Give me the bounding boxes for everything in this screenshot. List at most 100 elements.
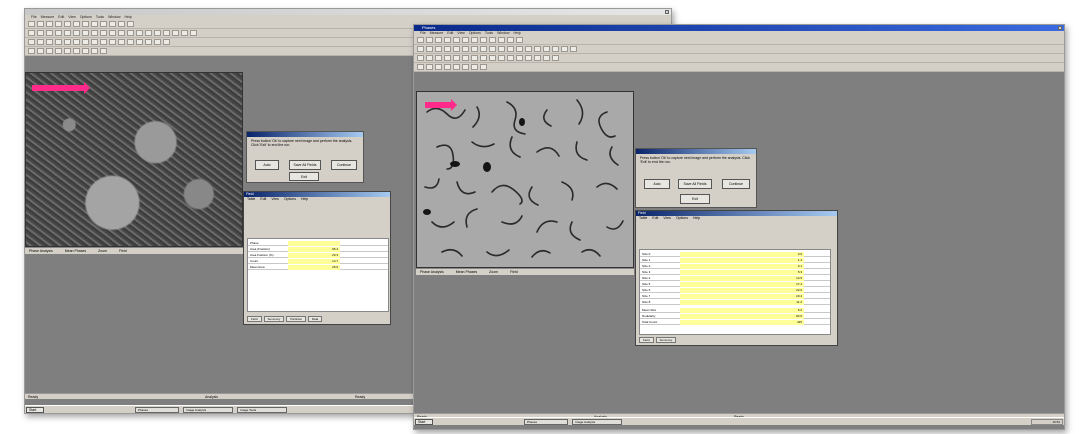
export-icon[interactable] xyxy=(570,46,577,52)
calibrate-icon[interactable] xyxy=(543,46,550,52)
task-button[interactable]: Image Analysis xyxy=(572,419,622,425)
ellipse-icon[interactable] xyxy=(444,46,451,52)
count-icon[interactable] xyxy=(498,46,505,52)
focus-icon[interactable] xyxy=(444,64,451,70)
continue-button[interactable]: Continue xyxy=(722,179,750,189)
task-button[interactable]: Phases xyxy=(135,407,179,413)
threshold-icon[interactable] xyxy=(118,30,125,36)
filter-icon[interactable] xyxy=(516,46,523,52)
zoom-icon[interactable] xyxy=(480,37,487,43)
report-icon[interactable] xyxy=(190,30,197,36)
save-icon[interactable] xyxy=(37,21,44,27)
pointer-icon[interactable] xyxy=(417,46,424,52)
calibrate-icon[interactable] xyxy=(154,30,161,36)
save-all-fields-button[interactable]: Save All Fields xyxy=(289,160,321,170)
panel-menu-view[interactable]: View xyxy=(271,197,279,202)
polygon-icon[interactable] xyxy=(64,30,71,36)
xor-icon[interactable] xyxy=(489,55,496,61)
skeleton-icon[interactable] xyxy=(507,55,514,61)
erode-icon[interactable] xyxy=(426,55,433,61)
open-icon[interactable] xyxy=(28,21,35,27)
grid-icon[interactable] xyxy=(507,37,514,43)
cut-icon[interactable] xyxy=(444,37,451,43)
table-icon[interactable] xyxy=(100,48,107,54)
print-icon[interactable] xyxy=(46,21,53,27)
xor-icon[interactable] xyxy=(100,39,107,45)
export-icon[interactable] xyxy=(181,30,188,36)
focus-icon[interactable] xyxy=(55,48,62,54)
task-button[interactable]: Image Tools xyxy=(237,407,287,413)
overlay-icon[interactable] xyxy=(172,30,179,36)
skeleton-icon[interactable] xyxy=(118,39,125,45)
fill-icon[interactable] xyxy=(444,55,451,61)
profile-icon[interactable] xyxy=(145,30,152,36)
save-icon[interactable] xyxy=(426,37,433,43)
exit-button[interactable]: Exit xyxy=(289,172,319,181)
line-icon[interactable] xyxy=(37,30,44,36)
save-all-fields-button[interactable]: Save All Fields xyxy=(678,179,712,189)
copy-icon[interactable] xyxy=(64,21,71,27)
auto-button[interactable]: Auto xyxy=(644,179,670,189)
auto-button[interactable]: Auto xyxy=(255,160,279,170)
tab-summary[interactable]: Summary xyxy=(263,316,285,322)
binary-icon[interactable] xyxy=(417,55,424,61)
count-icon[interactable] xyxy=(109,30,116,36)
panel-menu-edit[interactable]: Edit xyxy=(652,216,658,221)
area-icon[interactable] xyxy=(489,46,496,52)
distance-icon[interactable] xyxy=(480,46,487,52)
fill-icon[interactable] xyxy=(55,39,62,45)
panel-menu-table[interactable]: Table xyxy=(247,197,255,202)
classify-icon[interactable] xyxy=(534,55,541,61)
binary-icon[interactable] xyxy=(28,39,35,45)
panel-menu-help[interactable]: Help xyxy=(301,197,308,202)
camera-icon[interactable] xyxy=(100,21,107,27)
panel-menu-options[interactable]: Options xyxy=(284,197,296,202)
run-icon[interactable] xyxy=(73,48,80,54)
phase-icon[interactable] xyxy=(154,39,161,45)
zoom-icon[interactable] xyxy=(91,21,98,27)
tab-field[interactable]: Field xyxy=(639,337,654,343)
exit-button[interactable]: Exit xyxy=(680,194,710,204)
scale-bar-icon[interactable] xyxy=(552,46,559,52)
outline-icon[interactable] xyxy=(525,55,532,61)
filter-icon[interactable] xyxy=(127,30,134,36)
grid-icon[interactable] xyxy=(118,21,125,27)
pointer-icon[interactable] xyxy=(28,30,35,36)
snap-icon[interactable] xyxy=(426,64,433,70)
panel-menu-help[interactable]: Help xyxy=(693,216,700,221)
left-image-viewer[interactable] xyxy=(25,72,243,247)
measure-icon[interactable] xyxy=(498,37,505,43)
stop-icon[interactable] xyxy=(471,64,478,70)
threshold-icon[interactable] xyxy=(507,46,514,52)
panel-menu-edit[interactable]: Edit xyxy=(260,197,266,202)
erode-icon[interactable] xyxy=(37,39,44,45)
macro-icon[interactable] xyxy=(453,64,460,70)
measure-icon[interactable] xyxy=(109,21,116,27)
distance-icon[interactable] xyxy=(91,30,98,36)
stage-icon[interactable] xyxy=(435,64,442,70)
line-icon[interactable] xyxy=(426,46,433,52)
help-icon[interactable] xyxy=(127,21,134,27)
cut-icon[interactable] xyxy=(55,21,62,27)
run-icon[interactable] xyxy=(462,64,469,70)
dilate-icon[interactable] xyxy=(46,39,53,45)
or-icon[interactable] xyxy=(91,39,98,45)
invert-icon[interactable] xyxy=(462,55,469,61)
tab-data[interactable]: Data xyxy=(307,316,323,322)
label-icon[interactable] xyxy=(109,39,116,45)
particle-icon[interactable] xyxy=(163,39,170,45)
live-icon[interactable] xyxy=(28,48,35,54)
label-icon[interactable] xyxy=(498,55,505,61)
text-icon[interactable] xyxy=(73,30,80,36)
live-icon[interactable] xyxy=(417,64,424,70)
prune-icon[interactable] xyxy=(516,55,523,61)
database-icon[interactable] xyxy=(91,48,98,54)
panel-menu-options[interactable]: Options xyxy=(676,216,688,221)
start-button[interactable]: Start xyxy=(415,419,433,425)
phase-icon[interactable] xyxy=(543,55,550,61)
dilate-icon[interactable] xyxy=(435,55,442,61)
start-button[interactable]: Start xyxy=(26,407,44,413)
and-icon[interactable] xyxy=(82,39,89,45)
macro-icon[interactable] xyxy=(64,48,71,54)
separate-icon[interactable] xyxy=(64,39,71,45)
